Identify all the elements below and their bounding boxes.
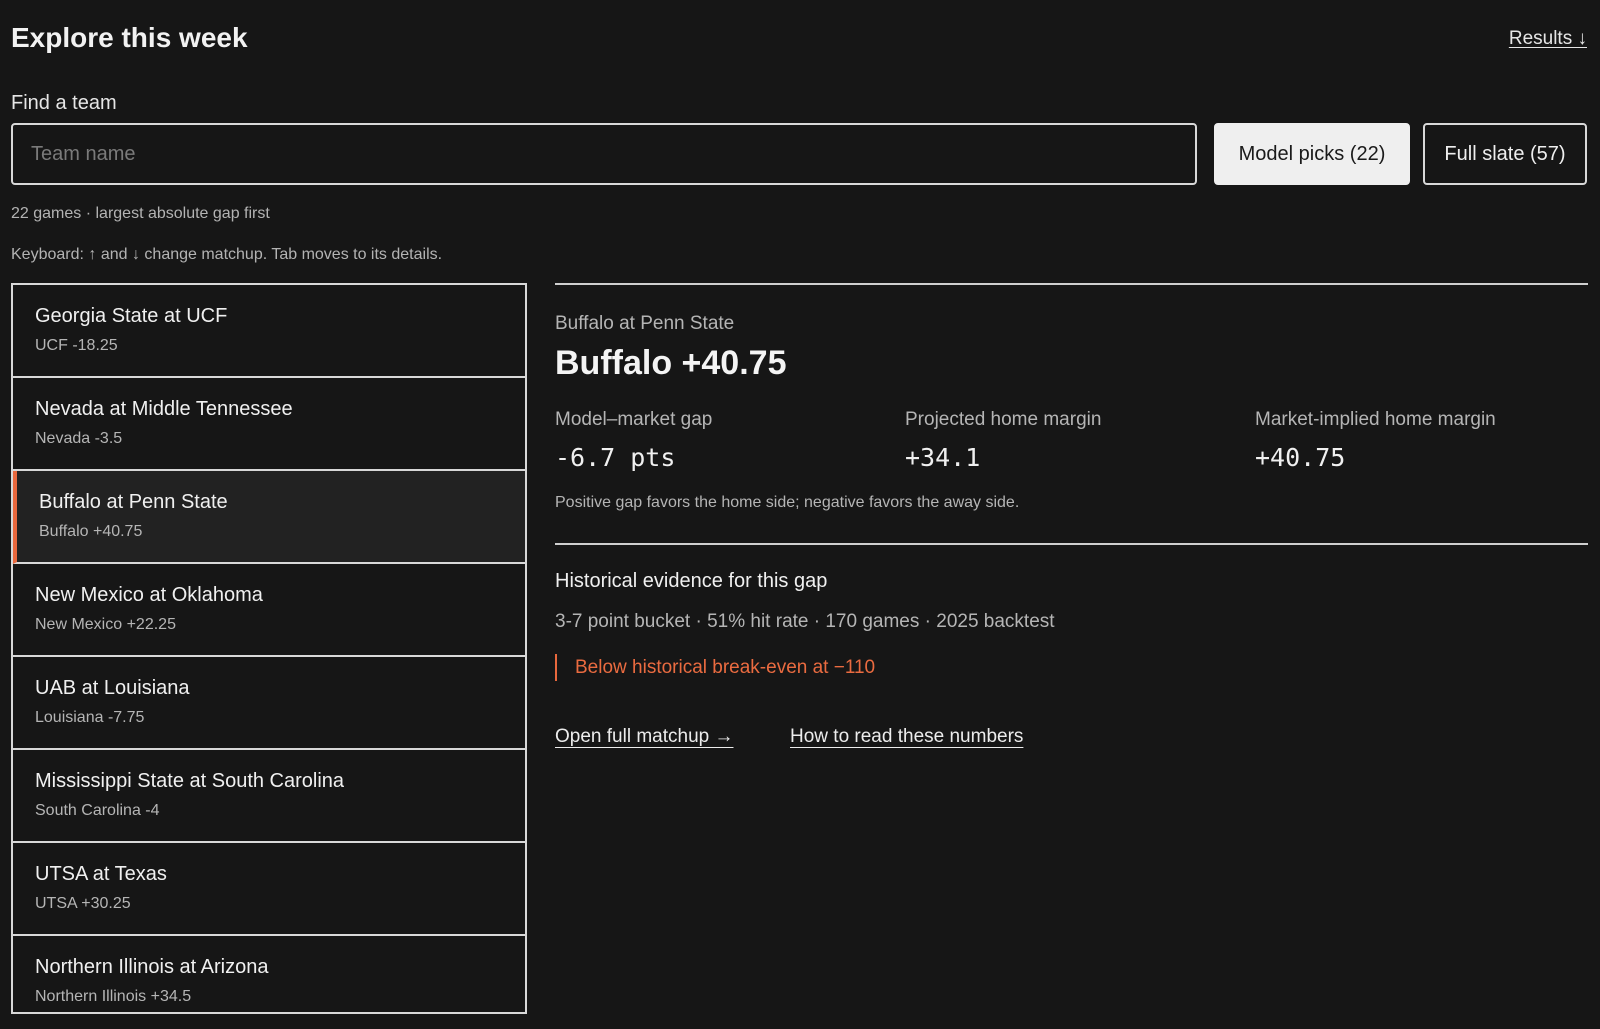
matchup-list-item[interactable]: Mississippi State at South Carolina Sout…	[13, 750, 525, 843]
stat-label: Projected home margin	[905, 409, 1102, 430]
matchup-list-item[interactable]: UTSA at Texas UTSA +30.25	[13, 843, 525, 936]
stat-label: Market-implied home margin	[1255, 409, 1496, 430]
keyboard-hint: Keyboard: ↑ and ↓ change matchup. Tab mo…	[11, 246, 443, 263]
open-full-matchup-link[interactable]: Open full matchup →	[555, 726, 733, 748]
matchup-list-item-selected[interactable]: Buffalo at Penn State Buffalo +40.75	[13, 471, 525, 564]
matchup-title: Mississippi State at South Carolina	[35, 770, 345, 792]
how-to-read-link[interactable]: How to read these numbers	[790, 726, 1023, 748]
matchup-title: UAB at Louisiana	[35, 677, 190, 699]
stat-projected-home-margin: Projected home margin +34.1	[905, 409, 1101, 472]
stat-value: -6.7 pts	[555, 443, 676, 472]
matchup-list-item[interactable]: UAB at Louisiana Louisiana -7.75	[13, 657, 525, 750]
matchup-title: UTSA at Texas	[35, 863, 167, 885]
matchup-title: Georgia State at UCF	[35, 305, 228, 327]
matchup-line: New Mexico +22.25	[35, 616, 176, 633]
matchup-list-item[interactable]: New Mexico at Oklahoma New Mexico +22.25	[13, 564, 525, 657]
games-summary: 22 games · largest absolute gap first	[11, 205, 270, 222]
matchup-title: Northern Illinois at Arizona	[35, 956, 269, 978]
detail-divider-middle	[555, 543, 1588, 545]
matchup-title: Nevada at Middle Tennessee	[35, 398, 293, 420]
stat-label: Model–market gap	[555, 409, 713, 430]
stat-value: +34.1	[905, 443, 981, 472]
matchup-title: New Mexico at Oklahoma	[35, 584, 263, 606]
stat-model-market-gap: Model–market gap -6.7 pts	[555, 409, 712, 472]
matchup-line: Buffalo +40.75	[39, 523, 143, 540]
history-stats: 3-7 point bucket · 51% hit rate · 170 ga…	[555, 611, 1055, 632]
matchup-list-item[interactable]: Georgia State at UCF UCF -18.25	[13, 285, 525, 378]
stat-market-implied-home-margin: Market-implied home margin +40.75	[1255, 409, 1496, 472]
matchup-line: South Carolina -4	[35, 802, 160, 819]
matchup-line: Louisiana -7.75	[35, 709, 145, 726]
detail-pick: Buffalo +40.75	[555, 344, 787, 382]
matchup-list-item[interactable]: Nevada at Middle Tennessee Nevada -3.5	[13, 378, 525, 471]
matchup-list: Georgia State at UCF UCF -18.25 Nevada a…	[11, 283, 527, 1014]
detail-matchup: Buffalo at Penn State	[555, 313, 735, 334]
full-slate-button[interactable]: Full slate (57)	[1423, 123, 1587, 185]
matchup-line: UTSA +30.25	[35, 895, 131, 912]
detail-divider-top	[555, 283, 1588, 285]
search-label: Find a team	[11, 92, 117, 114]
gap-note: Positive gap favors the home side; negat…	[555, 494, 1020, 511]
history-title: Historical evidence for this gap	[555, 570, 828, 592]
matchup-line: Nevada -3.5	[35, 430, 123, 447]
page-title: Explore this week	[11, 22, 248, 53]
team-search-input[interactable]	[11, 123, 1197, 185]
model-picks-button[interactable]: Model picks (22)	[1214, 123, 1410, 185]
matchup-title: Buffalo at Penn State	[39, 491, 228, 513]
matchup-list-item[interactable]: Northern Illinois at Arizona Northern Il…	[13, 936, 525, 1012]
stat-value: +40.75	[1255, 443, 1346, 472]
break-even-warning: Below historical break-even at −110	[555, 654, 875, 681]
matchup-line: Northern Illinois +34.5	[35, 988, 192, 1005]
results-link[interactable]: Results ↓	[1509, 28, 1587, 50]
matchup-line: UCF -18.25	[35, 337, 118, 354]
